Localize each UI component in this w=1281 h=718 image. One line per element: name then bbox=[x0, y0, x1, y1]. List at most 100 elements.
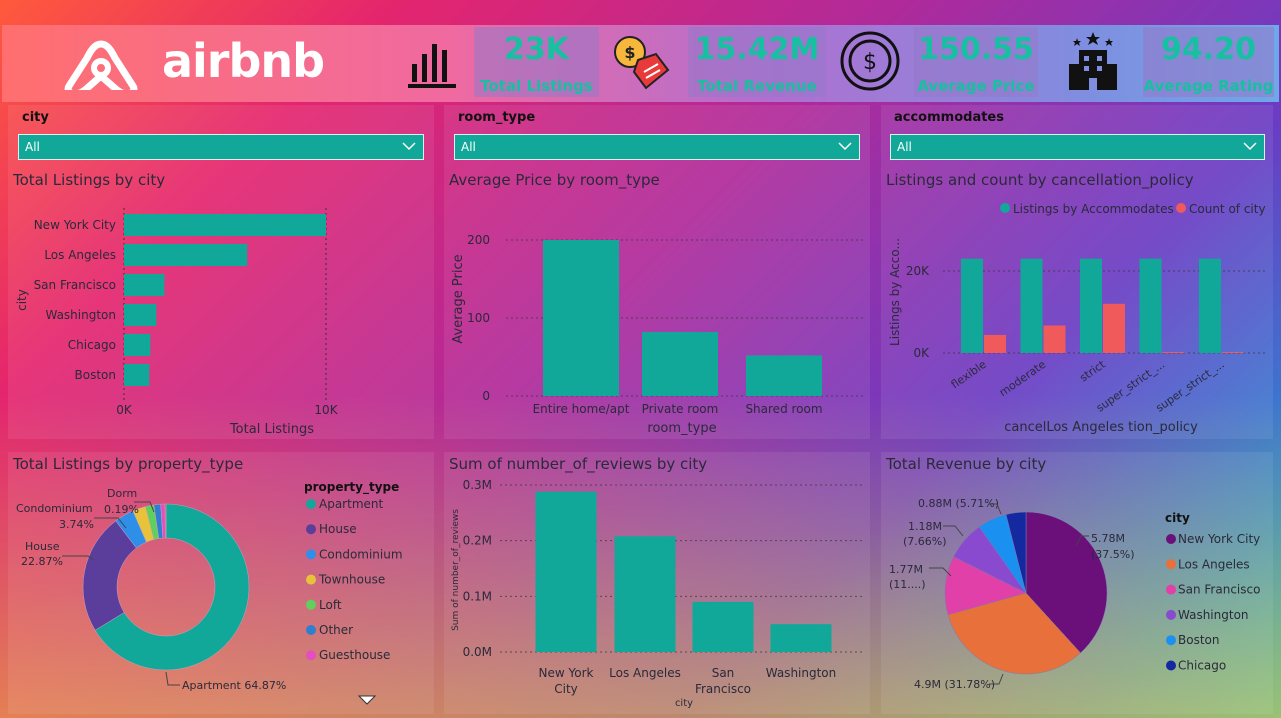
legend-label: Condominium bbox=[319, 547, 403, 561]
legend-scroll-down-icon bbox=[357, 695, 377, 705]
tick-label: 20K bbox=[906, 264, 930, 278]
bar bbox=[124, 244, 248, 266]
legend-label: Los Angeles bbox=[1178, 557, 1250, 571]
tick-label: 100 bbox=[467, 311, 490, 325]
tick-label: 0.3M bbox=[463, 478, 492, 492]
slice-label: (11....) bbox=[889, 578, 926, 591]
kpi-average-rating: 94.20 Average Rating bbox=[1143, 27, 1274, 97]
category-label: Los Angeles bbox=[609, 666, 681, 680]
x-axis-label: cancelLos Angeles tion_policy bbox=[1004, 420, 1198, 435]
donut-slice bbox=[164, 503, 167, 539]
legend-swatch bbox=[306, 524, 316, 535]
y-axis-label: city bbox=[15, 289, 29, 311]
svg-text:$: $ bbox=[863, 50, 877, 75]
slice-label: 0.19% bbox=[104, 503, 139, 516]
kpi-label: Average Price bbox=[917, 77, 1035, 95]
category-label: New York City bbox=[34, 218, 116, 232]
category-label: Washington bbox=[45, 308, 116, 322]
slicer-room-type[interactable]: room_type All bbox=[454, 106, 860, 166]
chevron-down-icon[interactable] bbox=[837, 138, 853, 154]
hotel-building-icon bbox=[1069, 32, 1117, 90]
category-label: New York City bbox=[539, 666, 594, 696]
kpi-value: 150.55 bbox=[918, 32, 1034, 67]
slicer-label: city bbox=[22, 110, 49, 125]
chart-average-price-by-room-type: Average Price by room_type 0 100 200 Entire … bbox=[449, 171, 864, 436]
slice-label: Condominium bbox=[16, 502, 93, 515]
city-dropdown[interactable]: All bbox=[18, 134, 424, 160]
bar-listings bbox=[1199, 258, 1221, 353]
chart-title: Total Listings by property_type bbox=[12, 455, 243, 474]
legend-swatch bbox=[1000, 203, 1010, 213]
slicer-label: room_type bbox=[458, 110, 536, 125]
chart-title: Total Listings by city bbox=[12, 171, 165, 189]
dropdown-value: All bbox=[461, 140, 476, 154]
category-label: Private room bbox=[642, 402, 719, 416]
svg-text:$: $ bbox=[624, 43, 635, 62]
bar bbox=[124, 334, 151, 356]
slicer-accommodates[interactable]: accommodates All bbox=[890, 106, 1265, 166]
room-type-dropdown[interactable]: All bbox=[454, 134, 860, 160]
kpi-total-revenue: 15.42M Total Revenue bbox=[688, 27, 826, 97]
category-label: Boston bbox=[75, 368, 116, 382]
slice-label: 4.9M (31.78%) bbox=[914, 678, 995, 691]
bar-listings bbox=[1139, 258, 1162, 353]
bar bbox=[746, 355, 822, 396]
chevron-down-icon[interactable] bbox=[1242, 138, 1258, 154]
category-label: Chicago bbox=[68, 338, 116, 352]
legend-swatch bbox=[306, 574, 316, 585]
bar bbox=[124, 304, 157, 326]
slicer-city[interactable]: city All bbox=[18, 106, 424, 166]
slice-label: Dorm bbox=[107, 487, 137, 500]
slice-label: 22.87% bbox=[21, 555, 63, 568]
legend-swatch bbox=[1166, 534, 1176, 544]
chart-property-type-donut: Total Listings by property_type Dorm 0.19%… bbox=[12, 455, 403, 705]
legend-label: New York City bbox=[1178, 532, 1260, 546]
slice-label: (37.5%) bbox=[1091, 548, 1135, 561]
slice-label: 5.78M bbox=[1091, 532, 1125, 545]
y-axis-label: Sum of number_of_reviews bbox=[451, 509, 461, 631]
tick-label: 0.0M bbox=[463, 645, 492, 659]
legend-label: Boston bbox=[1178, 633, 1219, 647]
legend-label: Townhouse bbox=[318, 573, 385, 587]
legend-swatch bbox=[1166, 584, 1176, 595]
chart-reviews-by-city: Sum of number_of_reviews by city 0.0M 0.1M… bbox=[449, 455, 862, 709]
kpi-total-listings: 23K Total Listings bbox=[474, 27, 599, 97]
slice-label: (7.66%) bbox=[903, 535, 947, 548]
kpi-value: 94.20 bbox=[1161, 32, 1256, 67]
bar-listings bbox=[1020, 258, 1043, 353]
chart-total-listings-by-city: Total Listings by city New York City Los A… bbox=[12, 171, 339, 437]
legend-swatch bbox=[1166, 609, 1176, 620]
chart-cancellation-policy: Listings and count by cancellation_polic… bbox=[886, 171, 1266, 435]
chart-title: Listings and count by cancellation_polic… bbox=[886, 171, 1194, 190]
kpi-label: Average Rating bbox=[1143, 77, 1274, 95]
x-axis-label: city bbox=[675, 698, 693, 709]
bar-listings bbox=[961, 258, 983, 353]
bar bbox=[535, 491, 597, 652]
tick-label: 0K bbox=[913, 346, 930, 360]
chart-title: Average Price by room_type bbox=[449, 171, 660, 190]
accommodates-dropdown[interactable]: All bbox=[890, 134, 1265, 160]
slice-label: 3.74% bbox=[59, 518, 94, 531]
slice-label: House bbox=[25, 540, 60, 553]
legend-label: House bbox=[319, 522, 357, 536]
tick-label: 0K bbox=[116, 403, 133, 417]
bar-count bbox=[1043, 325, 1066, 353]
bar bbox=[124, 364, 150, 386]
legend-label: Guesthouse bbox=[319, 648, 390, 662]
bar-count bbox=[984, 334, 1006, 353]
legend-label: Chicago bbox=[1178, 659, 1226, 673]
chevron-down-icon[interactable] bbox=[401, 138, 417, 154]
dropdown-value: All bbox=[897, 140, 912, 154]
kpi-label: Total Listings bbox=[480, 77, 593, 95]
tick-label: 200 bbox=[467, 233, 490, 247]
legend-swatch bbox=[306, 599, 316, 610]
y-axis-label: Average Price bbox=[451, 254, 466, 343]
legend-swatch bbox=[306, 549, 316, 560]
legend-label: Apartment bbox=[319, 497, 383, 511]
slice-label: 1.77M bbox=[889, 563, 923, 576]
kpi-value: 15.42M bbox=[694, 32, 820, 67]
tick-label: 0.2M bbox=[463, 534, 492, 548]
dropdown-value: All bbox=[25, 140, 40, 154]
legend-label: Listings by Accommodates bbox=[1013, 202, 1174, 216]
bar bbox=[642, 332, 718, 396]
